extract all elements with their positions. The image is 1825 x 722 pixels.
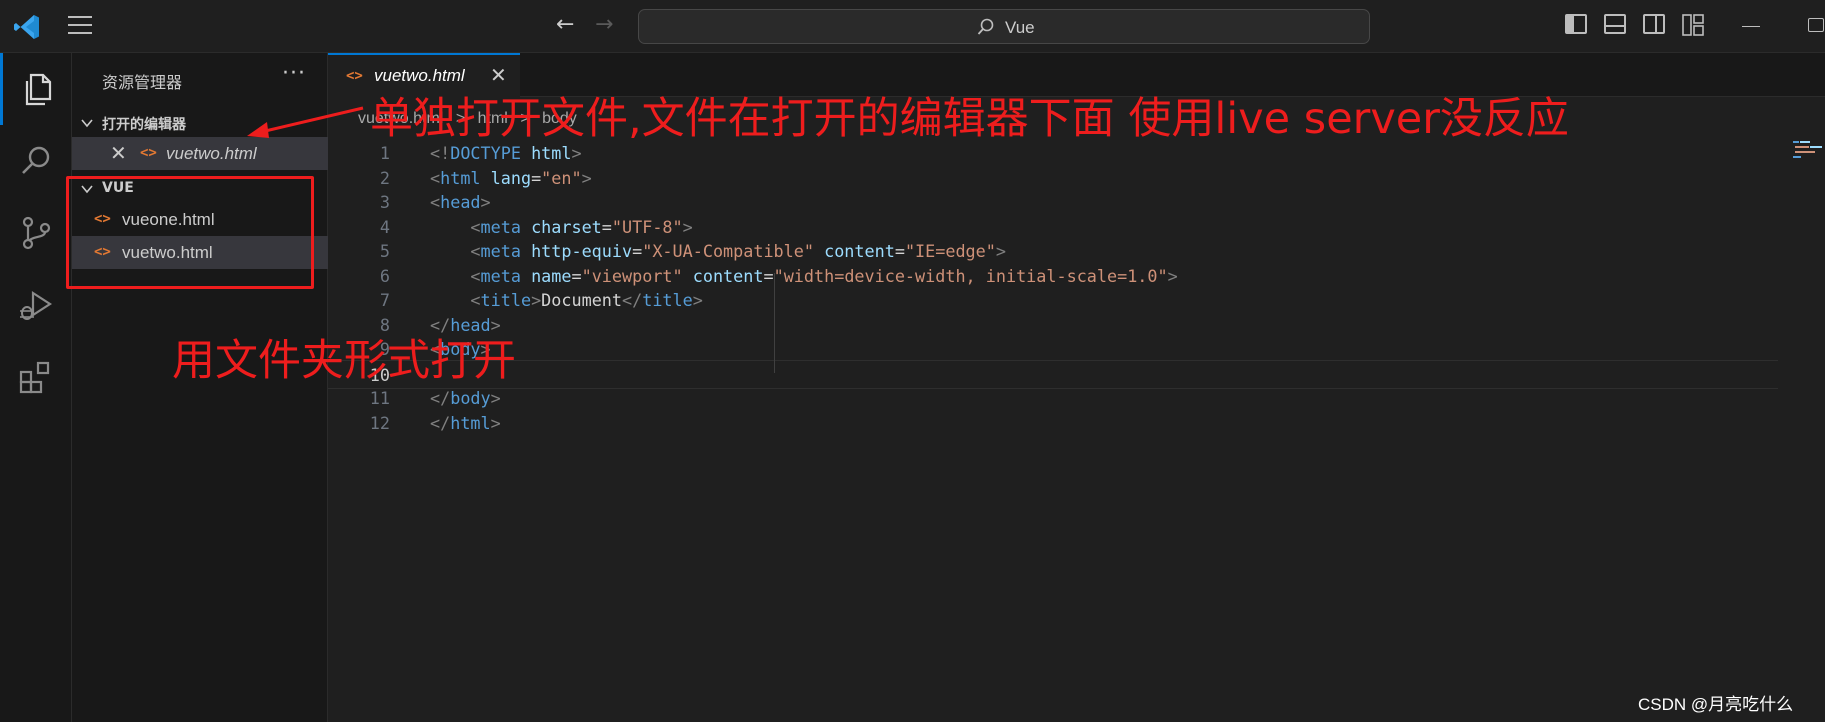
line-number: 12	[369, 412, 390, 433]
search-icon	[977, 18, 994, 35]
forward-arrow-icon[interactable]: →	[595, 12, 613, 37]
maximize-icon[interactable]	[1808, 18, 1824, 32]
activity-run-debug[interactable]	[0, 269, 72, 341]
tab-label: vuetwo.html	[374, 66, 465, 85]
toggle-sidebar-icon[interactable]	[1565, 14, 1587, 34]
watermark: CSDN @月亮吃什么	[1638, 695, 1794, 714]
vscode-window: ← → Vue 资源管理器 ··· 打开的编辑器 ✕ <> vuetwo.htm…	[0, 0, 1825, 722]
sidebar-title: 资源管理器	[102, 73, 183, 92]
html-file-icon: <>	[346, 68, 363, 84]
search-text: Vue	[1005, 18, 1035, 37]
chevron-down-icon	[81, 119, 93, 128]
annotation-text-open-folder: 用文件夹形式打开	[172, 336, 516, 386]
html-file-icon: <>	[140, 145, 157, 161]
activity-extensions[interactable]	[0, 341, 72, 413]
run-debug-icon	[20, 290, 53, 320]
activity-explorer[interactable]	[0, 53, 72, 125]
annotation-folder-box	[66, 176, 314, 289]
activity-source-control[interactable]	[0, 197, 72, 269]
command-center-search[interactable]: Vue	[638, 9, 1370, 44]
toggle-panel-icon[interactable]	[1604, 14, 1626, 34]
minimize-icon[interactable]	[1742, 26, 1760, 27]
explorer-icon	[25, 73, 52, 106]
open-editor-filename: vuetwo.html	[166, 144, 257, 163]
search-icon	[22, 146, 50, 174]
extensions-icon	[19, 361, 50, 394]
minimap[interactable]	[1793, 139, 1825, 161]
annotation-text-open-file: 单独打开文件,文件在打开的编辑器下面 使用live server没反应	[370, 94, 1569, 144]
code-line[interactable]: 12 </html>	[328, 409, 1778, 438]
more-actions-icon[interactable]: ···	[282, 61, 306, 86]
source-control-icon	[22, 216, 51, 250]
toggle-secondary-sidebar-icon[interactable]	[1643, 14, 1665, 34]
activity-search[interactable]	[0, 125, 72, 197]
close-icon[interactable]: ✕	[110, 141, 127, 165]
open-editors-label: 打开的编辑器	[102, 117, 186, 133]
activity-bar	[0, 53, 72, 722]
vscode-logo-icon	[14, 15, 39, 39]
indent-guide	[774, 273, 775, 373]
editor-area: <> vuetwo.html ✕ vuetwo.html > html > bo…	[328, 53, 1825, 722]
title-bar: ← → Vue	[0, 0, 1825, 53]
menu-icon[interactable]	[68, 16, 96, 36]
back-arrow-icon[interactable]: ←	[556, 12, 574, 37]
line-code: </html>	[430, 412, 501, 433]
customize-layout-icon[interactable]	[1682, 14, 1704, 36]
annotation-arrow	[247, 106, 364, 138]
